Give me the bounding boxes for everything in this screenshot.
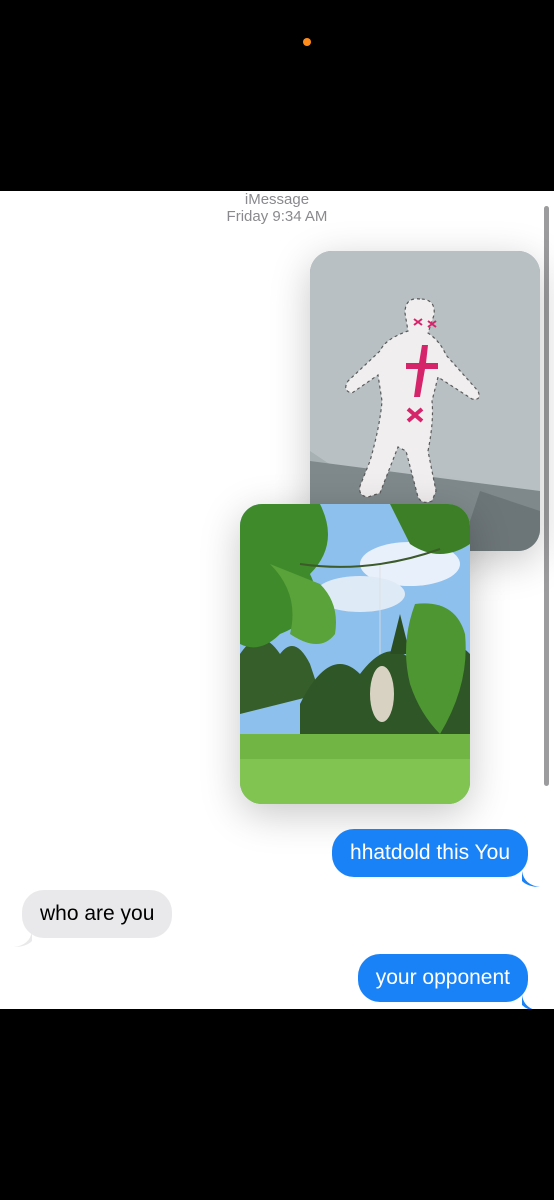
sent-bubble-tail xyxy=(522,871,540,887)
sent-bubble-tail xyxy=(522,995,533,1009)
privacy-indicator-dot xyxy=(303,38,311,46)
message-text: your opponent xyxy=(375,966,510,989)
received-message-bubble[interactable]: who are you xyxy=(22,890,173,938)
top-black-area xyxy=(0,0,554,191)
sent-message-bubble[interactable]: hhatdold this You xyxy=(332,829,528,877)
bottom-black-area xyxy=(0,1009,554,1200)
scrollbar[interactable] xyxy=(544,206,549,786)
service-label: iMessage xyxy=(244,191,310,208)
park-tree-photo-image xyxy=(240,504,470,804)
sent-message-bubble[interactable]: your opponent xyxy=(357,954,528,1002)
received-bubble-tail xyxy=(14,931,32,947)
message-timestamp: Friday 9:34 AM xyxy=(226,208,328,225)
message-text: who are you xyxy=(40,902,155,925)
conversation-view[interactable]: iMessage Friday 9:34 AM hhatdold this Yo… xyxy=(0,191,554,1009)
message-text: hhatdold this You xyxy=(350,841,510,864)
park-tree-photo-attachment[interactable] xyxy=(240,504,470,804)
